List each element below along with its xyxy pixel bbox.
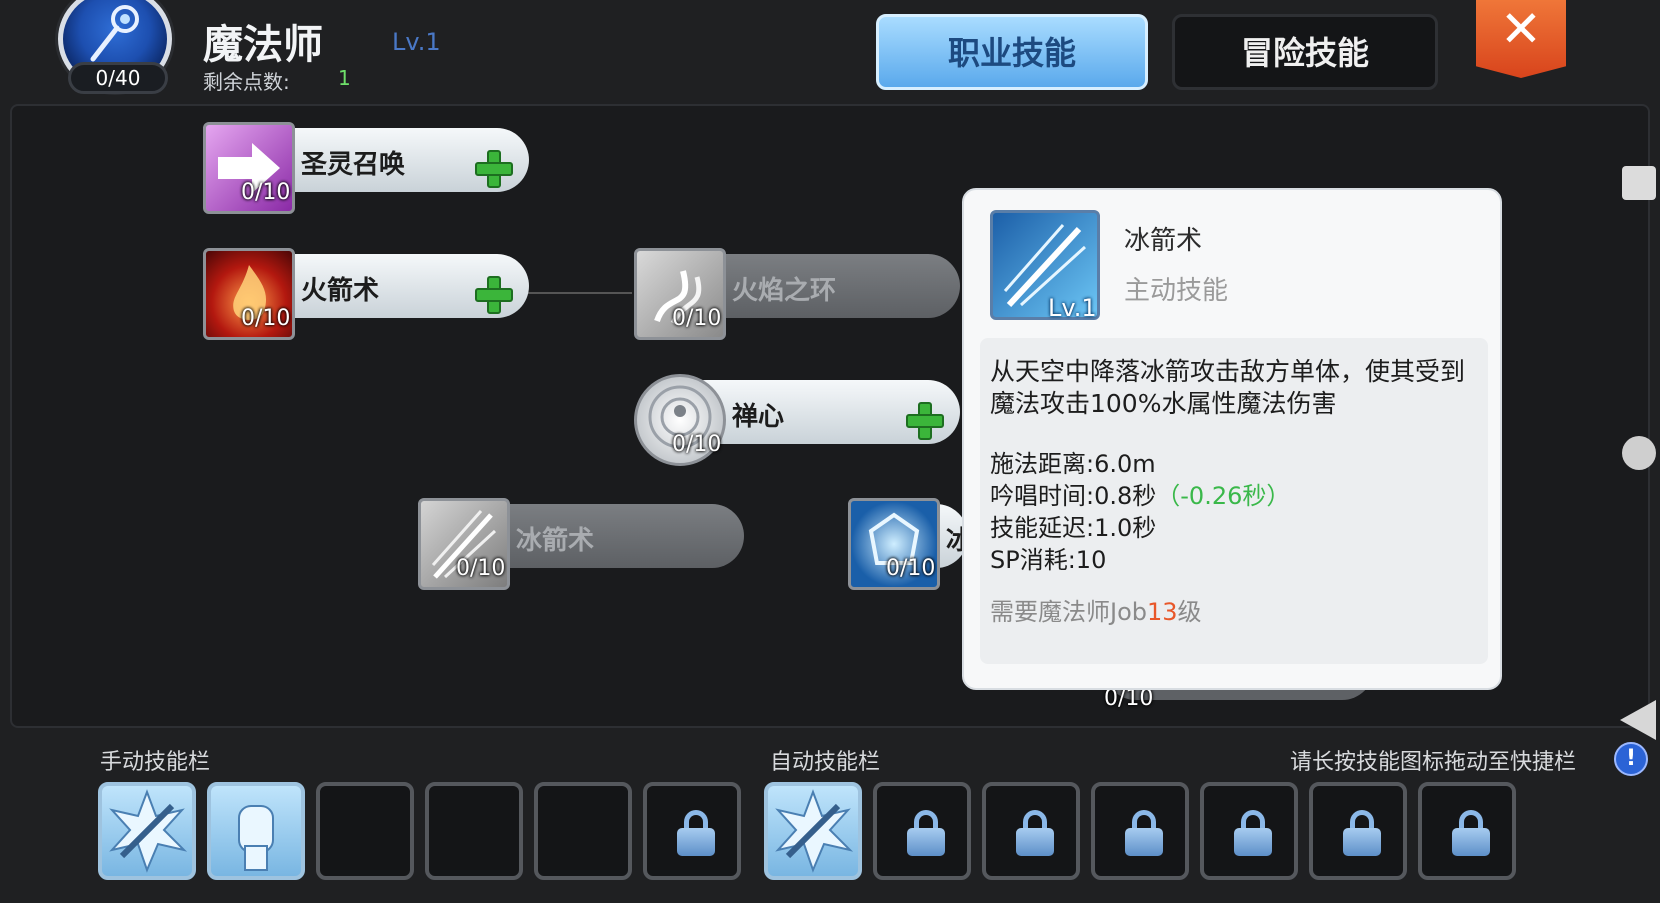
skill-name: 圣灵召唤 [301, 150, 406, 180]
skill-count: 0/10 [241, 180, 291, 205]
manual-skill-slot[interactable] [207, 782, 305, 880]
class-level: Lv.1 [392, 28, 441, 56]
lock-icon [1452, 810, 1490, 856]
manual-skill-slot-locked[interactable] [643, 782, 741, 880]
skill-count: 0/10 [241, 306, 291, 331]
lock-icon [1234, 810, 1272, 856]
drag-hint: 请长按技能图标拖动至快捷栏 [1290, 750, 1577, 775]
collapse-arrow-icon[interactable] [1620, 700, 1656, 740]
tooltip-skill-name: 冰箭术 [1124, 226, 1203, 256]
skill-name: 火焰之环 [732, 276, 837, 306]
skill-node-fire-bolt[interactable]: 火箭术 0/10 [203, 248, 529, 340]
lock-icon [1125, 810, 1163, 856]
sword-burst-icon [775, 789, 854, 873]
manual-skill-bar-label: 手动技能栏 [100, 750, 211, 775]
close-button[interactable]: ✕ [1476, 0, 1566, 78]
class-name: 魔法师 [203, 22, 323, 68]
scroll-top-handle[interactable] [1622, 166, 1656, 200]
skill-count: 0/10 [886, 556, 936, 581]
tooltip-skill-level: Lv.1 [1048, 294, 1097, 322]
skill-connector [520, 292, 632, 294]
skill-count: 0/10 [456, 556, 506, 581]
tooltip-description: 从天空中降落冰箭攻击敌方单体，使其受到魔法攻击100%水属性魔法伤害 [990, 357, 1466, 418]
skill-name: 禅心 [732, 402, 785, 432]
skill-node-ice-arrow[interactable]: 冰箭术 0/10 [418, 498, 744, 590]
skill-node-holy-summon[interactable]: 圣灵召唤 0/10 [203, 122, 529, 214]
add-skill-point-button[interactable] [906, 402, 944, 440]
manual-skill-slot[interactable] [534, 782, 632, 880]
auto-skill-slot-locked[interactable] [982, 782, 1080, 880]
sword-burst-icon [109, 789, 188, 873]
skill-node-flame-ring[interactable]: 火焰之环 0/10 [634, 248, 960, 340]
skill-screen: 0/40 魔法师 Lv.1 剩余点数: 1 职业技能 冒险技能 ✕ 圣灵召唤 0… [0, 0, 1660, 903]
lock-icon [1343, 810, 1381, 856]
scroll-thumb[interactable] [1622, 436, 1656, 470]
close-icon: ✕ [1500, 0, 1542, 58]
add-skill-point-button[interactable] [475, 276, 513, 314]
staff-icon [90, 5, 139, 62]
class-points-badge: 0/40 [68, 62, 168, 94]
remaining-points-value: 1 [338, 66, 351, 90]
lock-icon [1016, 810, 1054, 856]
manual-skill-slot[interactable] [425, 782, 523, 880]
auto-skill-slot-locked[interactable] [1309, 782, 1407, 880]
remaining-points-label: 剩余点数: [203, 70, 290, 94]
tooltip-requirement: 需要魔法师Job13级 [990, 598, 1202, 626]
auto-skill-slot-locked[interactable] [1091, 782, 1189, 880]
skill-node-zen-mind[interactable]: 禅心 0/10 [634, 374, 960, 466]
tab-adventure-skills[interactable]: 冒险技能 [1172, 14, 1438, 90]
tooltip-chant-time: 吟唱时间:0.8秒（-0.26秒） [990, 482, 1291, 510]
auto-skill-slot-locked[interactable] [1418, 782, 1516, 880]
tab-job-skills[interactable]: 职业技能 [876, 14, 1148, 90]
tooltip-skill-type: 主动技能 [1124, 276, 1229, 306]
skill-node-ice-crystal[interactable]: 冰 0/10 [848, 498, 972, 590]
tooltip-skill-delay: 技能延迟:1.0秒 [990, 514, 1157, 542]
lock-icon [677, 810, 715, 856]
info-icon[interactable]: ! [1614, 742, 1648, 776]
fist-icon [238, 805, 274, 871]
tooltip-sp-cost: SP消耗:10 [990, 546, 1107, 574]
manual-skill-slot[interactable] [316, 782, 414, 880]
auto-skill-slot-locked[interactable] [873, 782, 971, 880]
skill-name: 冰箭术 [516, 526, 595, 556]
tooltip-cast-range: 施法距离:6.0m [990, 450, 1156, 478]
auto-skill-slot-locked[interactable] [1200, 782, 1298, 880]
skill-count: 0/10 [672, 432, 722, 457]
add-skill-point-button[interactable] [475, 150, 513, 188]
manual-skill-slot[interactable] [98, 782, 196, 880]
skill-count: 0/10 [672, 306, 722, 331]
auto-skill-slot[interactable] [764, 782, 862, 880]
skill-name: 火箭术 [301, 276, 380, 306]
lock-icon [907, 810, 945, 856]
auto-skill-bar-label: 自动技能栏 [770, 750, 881, 775]
